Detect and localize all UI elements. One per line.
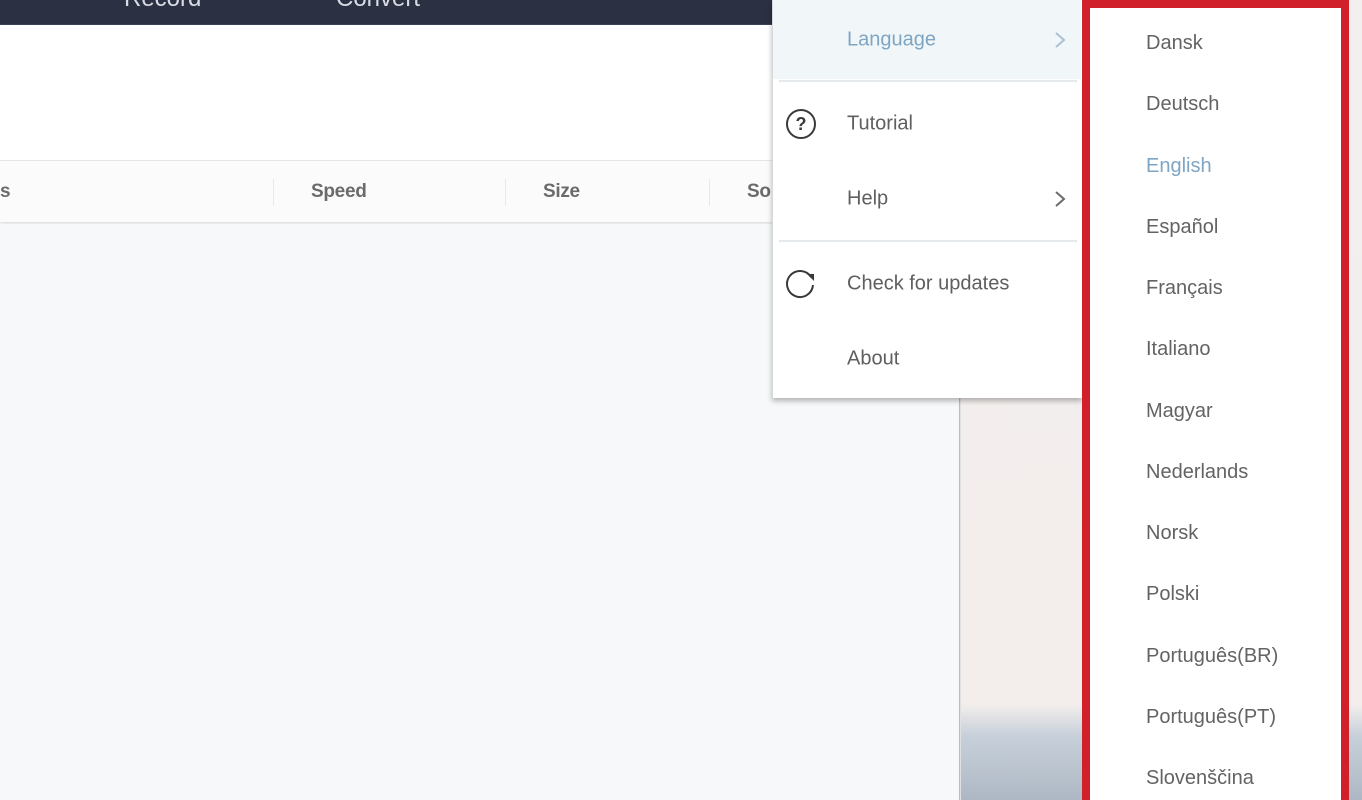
menu-separator <box>779 80 1077 82</box>
language-submenu: Dansk Deutsch English Español Français I… <box>1082 0 1349 800</box>
language-option-magyar[interactable]: Magyar <box>1146 399 1213 423</box>
language-option-deutsch[interactable]: Deutsch <box>1146 92 1219 116</box>
column-header-source[interactable]: So <box>747 181 771 203</box>
language-option-dansk[interactable]: Dansk <box>1146 31 1203 55</box>
language-option-italiano[interactable]: Italiano <box>1146 337 1211 361</box>
language-option-nederlands[interactable]: Nederlands <box>1146 460 1248 484</box>
column-header-size[interactable]: Size <box>543 181 580 203</box>
menu-item-label: Tutorial <box>847 112 913 135</box>
menu-item-about[interactable]: About <box>773 322 1081 396</box>
column-divider[interactable] <box>709 179 710 206</box>
menu-item-label: Check for updates <box>847 272 1010 295</box>
language-option-norsk[interactable]: Norsk <box>1146 521 1198 545</box>
menu-item-label: About <box>847 347 900 370</box>
menu-item-language[interactable]: Language <box>773 0 1081 79</box>
menu-item-label: Help <box>847 187 889 210</box>
menu-item-help[interactable]: Help <box>773 162 1081 236</box>
language-option-portugues-pt[interactable]: Português(PT) <box>1146 705 1276 729</box>
menu-item-label: Language <box>847 28 936 50</box>
language-option-portugues-br[interactable]: Português(BR) <box>1146 644 1278 668</box>
column-divider[interactable] <box>273 179 274 206</box>
settings-menu: Language ? Tutorial Help Check for updat… <box>772 0 1082 398</box>
tab-convert[interactable]: Convert <box>336 0 420 14</box>
question-circle-icon: ? <box>786 109 816 139</box>
chevron-right-icon <box>1055 31 1066 48</box>
language-option-francais[interactable]: Français <box>1146 276 1223 300</box>
svg-text:?: ? <box>796 114 807 134</box>
column-divider[interactable] <box>505 179 506 206</box>
menu-item-check-for-updates[interactable]: Check for updates <box>773 247 1081 321</box>
language-option-english[interactable]: English <box>1146 154 1212 178</box>
chevron-right-icon <box>1055 191 1066 207</box>
language-option-espanol[interactable]: Español <box>1146 215 1218 239</box>
column-header-speed[interactable]: Speed <box>311 181 367 203</box>
menu-separator <box>779 240 1077 242</box>
language-option-slovenscina[interactable]: Slovenščina <box>1146 766 1254 790</box>
tab-record[interactable]: Record <box>124 0 201 14</box>
language-option-polski[interactable]: Polski <box>1146 582 1199 606</box>
refresh-icon <box>786 270 814 298</box>
column-header-status[interactable]: s <box>0 181 11 203</box>
top-nav-bar: Record Convert <box>0 0 775 25</box>
app-window: Record Convert s Speed Size So Language … <box>0 0 1362 800</box>
menu-item-tutorial[interactable]: ? Tutorial <box>773 87 1081 161</box>
